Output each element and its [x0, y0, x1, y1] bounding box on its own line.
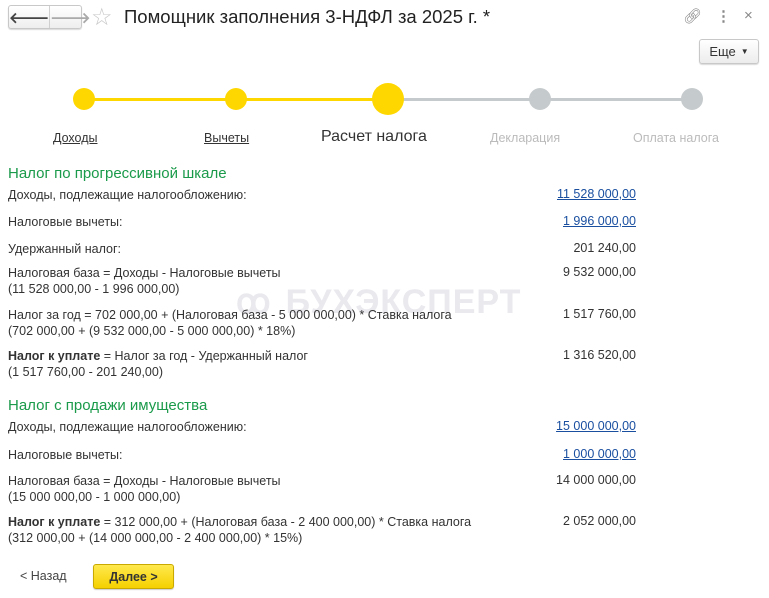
step-dot-deductions[interactable] [225, 88, 247, 110]
more-button[interactable]: Еще ▼ [699, 39, 759, 64]
property-base-value: 14 000 000,00 [556, 473, 636, 487]
deductions-label: Налоговые вычеты: [8, 215, 123, 229]
nav-buttons: 🡐 🡒 [8, 5, 90, 29]
base-calc: (11 528 000,00 - 1 996 000,00) [8, 282, 180, 296]
property-income-label: Доходы, подлежащие налогообложению: [8, 420, 247, 434]
step-dot-calculation [372, 83, 404, 115]
withheld-label: Удержанный налог: [8, 242, 121, 256]
base-label: Налоговая база = Доходы - Налоговые выче… [8, 266, 281, 280]
property-pay-formula: Налог к уплате = 312 000,00 + (Налоговая… [8, 514, 471, 546]
pay-calc: (1 517 760,00 - 201 240,00) [8, 365, 163, 379]
base-formula: Налоговая база = Доходы - Налоговые выче… [8, 265, 281, 297]
year-tax-calc: (702 000,00 + (9 532 000,00 - 5 000 000,… [8, 324, 296, 338]
window-title: Помощник заполнения 3-НДФЛ за 2025 г. * [124, 6, 491, 27]
step-deductions[interactable]: Вычеты [204, 131, 249, 145]
income-value-link[interactable]: 11 528 000,00 [557, 187, 636, 201]
property-deductions-label: Налоговые вычеты: [8, 448, 123, 462]
deductions-value-link[interactable]: 1 996 000,00 [563, 214, 636, 228]
property-pay-calc: (312 000,00 + (14 000 000,00 - 2 400 000… [8, 531, 303, 545]
back-button[interactable]: < Назад [20, 569, 67, 583]
step-dot-payment [681, 88, 703, 110]
favorite-star-icon[interactable]: ☆ [91, 3, 113, 32]
property-income-value-link[interactable]: 15 000 000,00 [556, 419, 636, 433]
property-pay-bold: Налог к уплате [8, 515, 101, 529]
property-deductions-value-link[interactable]: 1 000 000,00 [563, 447, 636, 461]
property-base-label: Налоговая база = Доходы - Налоговые выче… [8, 474, 281, 488]
income-label: Доходы, подлежащие налогообложению: [8, 188, 247, 202]
step-dot-declaration [529, 88, 551, 110]
property-pay-value: 2 052 000,00 [563, 514, 636, 528]
more-label: Еще [709, 44, 736, 59]
base-value: 9 532 000,00 [563, 265, 636, 279]
step-dot-income[interactable] [73, 88, 95, 110]
next-button[interactable]: Далее > [93, 564, 174, 589]
back-arrow-icon[interactable]: 🡐 [9, 6, 51, 28]
pay-value: 1 316 520,00 [563, 348, 636, 362]
pay-formula: Налог к уплате = Налог за год - Удержанн… [8, 348, 308, 380]
withheld-value: 201 240,00 [573, 241, 636, 255]
step-declaration: Декларация [490, 131, 561, 145]
menu-dots-icon[interactable]: ⋮ [716, 7, 731, 25]
step-calculation: Расчет налога [321, 128, 427, 145]
year-tax-value: 1 517 760,00 [563, 307, 636, 321]
pay-label: = Налог за год - Удержанный налог [100, 349, 308, 363]
property-pay-label: = 312 000,00 + (Налоговая база - 2 400 0… [100, 515, 472, 529]
pay-bold: Налог к уплате [8, 349, 101, 363]
year-tax-formula: Налог за год = 702 000,00 + (Налоговая б… [8, 307, 452, 339]
section-heading-property: Налог с продажи имущества [8, 397, 208, 414]
close-icon[interactable]: × [744, 7, 753, 24]
chevron-down-icon: ▼ [740, 47, 749, 56]
forward-arrow-icon[interactable]: 🡒 [50, 6, 90, 28]
step-income[interactable]: Доходы [53, 131, 97, 145]
step-payment: Оплата налога [633, 131, 719, 145]
property-base-formula: Налоговая база = Доходы - Налоговые выче… [8, 473, 281, 505]
year-tax-label: Налог за год = 702 000,00 + (Налоговая б… [8, 308, 452, 322]
section-heading-progressive: Налог по прогрессивной шкале [8, 165, 227, 182]
property-base-calc: (15 000 000,00 - 1 000 000,00) [8, 490, 181, 504]
link-icon[interactable]: 🔗︎ [683, 7, 702, 25]
